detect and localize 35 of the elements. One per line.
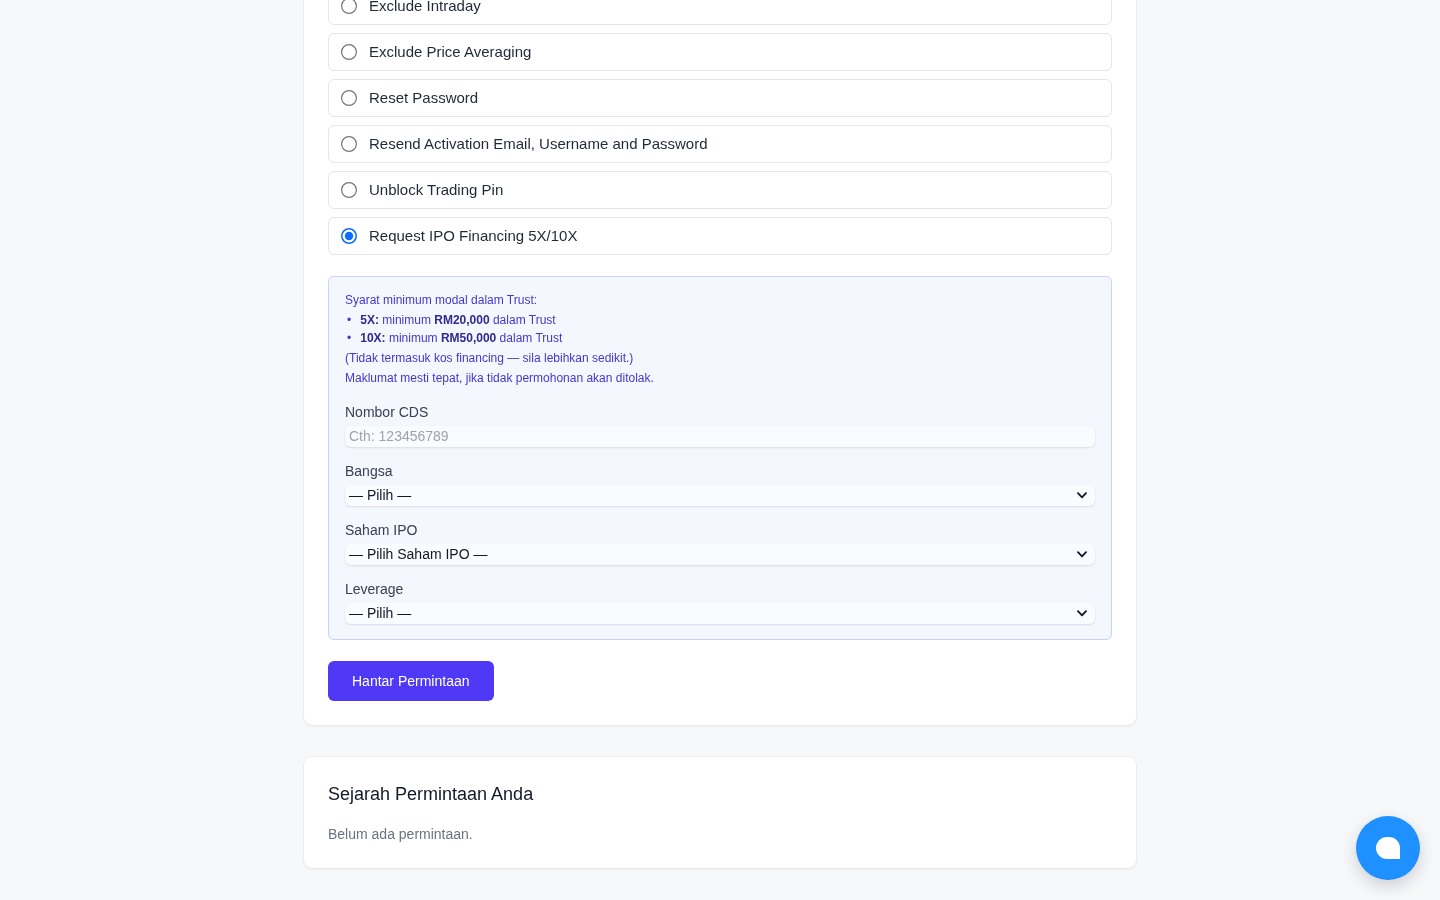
chevron-down-icon	[1077, 610, 1087, 617]
speech-bubble-icon	[1376, 837, 1400, 859]
select-field[interactable]: — Pilih —	[345, 603, 1095, 624]
radio-icon[interactable]	[341, 90, 357, 106]
bullet-marker: •	[347, 312, 352, 329]
request-option[interactable]: Exclude Intraday	[328, 0, 1112, 25]
bullet-marker: •	[347, 330, 352, 347]
request-option[interactable]: Unblock Trading Pin	[328, 171, 1112, 209]
history-title: Sejarah Permintaan Anda	[328, 783, 535, 806]
notice-heading: Syarat minimum modal dalam Trust:	[345, 292, 539, 309]
submit-button[interactable]: Hantar Permintaan	[328, 661, 494, 701]
text-field[interactable]: Cth: 123456789	[345, 426, 1095, 447]
radio-icon[interactable]	[341, 182, 357, 198]
radio-selected-icon[interactable]	[341, 228, 357, 244]
notice-bullet: 10X: minimum RM50,000 dalam Trust	[360, 330, 563, 347]
chevron-down-icon	[1077, 551, 1087, 558]
request-option[interactable]: Reset Password	[328, 79, 1112, 117]
notice-text: (Tidak termasuk kos financing — sila lebihkan sedikit.)	[345, 350, 635, 367]
request-option[interactable]: Exclude Price Averaging	[328, 33, 1112, 71]
field-label: Bangsa	[345, 462, 394, 481]
field-label: Leverage	[345, 580, 405, 599]
field-label: Saham IPO	[345, 521, 419, 540]
radio-icon[interactable]	[341, 0, 357, 14]
field-label: Nombor CDS	[345, 403, 430, 422]
notice-bullet: 5X: minimum RM20,000 dalam Trust	[360, 312, 556, 329]
request-option[interactable]: Request IPO Financing 5X/10X	[328, 217, 1112, 255]
radio-icon[interactable]	[341, 44, 357, 60]
notice-text: Maklumat mesti tepat, jika tidak permohonan akan ditolak.	[345, 370, 655, 387]
request-option[interactable]: Resend Activation Email, Username and Password	[328, 125, 1112, 163]
radio-icon[interactable]	[341, 136, 357, 152]
select-field[interactable]: — Pilih —	[345, 485, 1095, 506]
select-field[interactable]: — Pilih Saham IPO —	[345, 544, 1095, 565]
chevron-down-icon	[1077, 492, 1087, 499]
chat-button[interactable]	[1356, 816, 1420, 880]
empty-message: Belum ada permintaan.	[328, 825, 474, 844]
